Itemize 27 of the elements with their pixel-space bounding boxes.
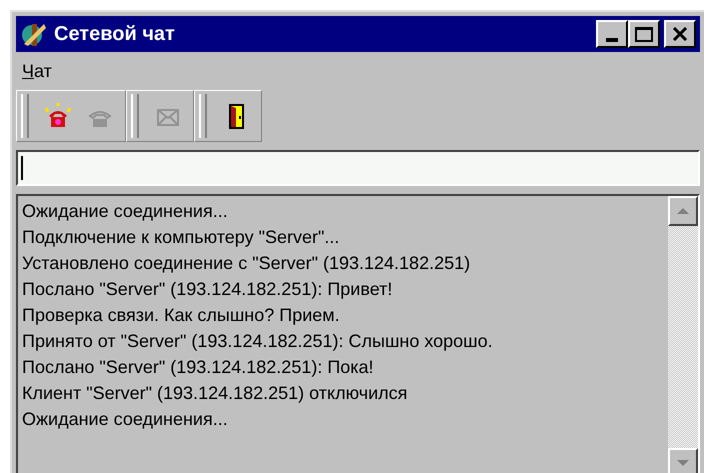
maximize-icon (635, 26, 653, 42)
band-grip[interactable] (199, 94, 207, 138)
scroll-down-button[interactable] (668, 448, 698, 473)
window-title: Сетевой чат (54, 22, 176, 47)
close-button[interactable] (664, 20, 696, 48)
scrollbar[interactable] (668, 196, 698, 473)
scroll-up-button[interactable] (668, 196, 698, 226)
log-line: Ожидание соединения... (22, 408, 228, 431)
ringing-phone-icon (44, 102, 72, 130)
up-arrow-icon (677, 208, 689, 214)
down-arrow-icon (677, 460, 689, 466)
minimize-icon (606, 38, 618, 42)
message-field[interactable] (16, 150, 700, 186)
maximize-button[interactable] (628, 20, 660, 48)
log-line: Проверка связи. Как слышно? Прием. (22, 304, 340, 327)
log-line: Послано "Server" (193.124.182.251): Привет! (22, 278, 392, 301)
band-grip[interactable] (131, 94, 139, 138)
log-line: Принято от "Server" (193.124.182.251): Слышно хорошо. (22, 330, 493, 353)
menu-item[interactable]: Чат (20, 58, 54, 84)
log-line: Послано "Server" (193.124.182.251): Пока! (22, 356, 374, 379)
band-grip[interactable] (21, 94, 29, 138)
close-icon (672, 27, 688, 41)
log-line: Установлено соединение с "Server" (193.124.182.251) (22, 252, 470, 275)
log-line: Ожидание соединения... (22, 200, 228, 223)
log-line: Подключение к компьютеру "Server"... (22, 226, 340, 249)
log-line: Клиент "Server" (193.124.182.251) отключился (22, 382, 408, 405)
minimize-button[interactable] (596, 20, 628, 48)
